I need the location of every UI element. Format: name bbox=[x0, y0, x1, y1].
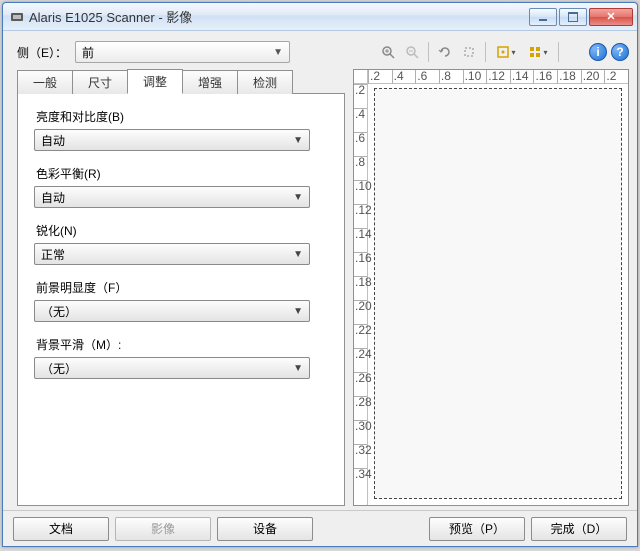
background-select[interactable]: （无）▼ bbox=[34, 357, 310, 379]
minimize-button[interactable] bbox=[529, 8, 557, 26]
ruler-tick: .28 bbox=[354, 396, 367, 420]
ruler-tick: .14 bbox=[354, 228, 367, 252]
ruler-tick: .18 bbox=[557, 70, 581, 84]
ruler-tick: .4 bbox=[392, 70, 416, 84]
field-foreground: 前景明显度（F） （无）▼ bbox=[34, 279, 328, 322]
info-button[interactable]: i bbox=[589, 43, 607, 61]
chevron-down-icon: ▼ bbox=[293, 192, 303, 203]
chevron-down-icon: ▼ bbox=[273, 47, 283, 58]
foreground-select[interactable]: （无）▼ bbox=[34, 300, 310, 322]
ruler-tick: .2 bbox=[604, 70, 628, 84]
main-area: 一般 尺寸 调整 增强 检测 亮度和对比度(B) 自动▼ 色彩平衡(R) 自动▼… bbox=[3, 69, 637, 510]
field-sharpen: 锐化(N) 正常▼ bbox=[34, 222, 328, 265]
ruler-tick: .20 bbox=[354, 300, 367, 324]
page-outline[interactable] bbox=[374, 88, 622, 499]
ruler-tick: .6 bbox=[354, 132, 367, 156]
device-button[interactable]: 设备 bbox=[217, 517, 313, 541]
chevron-down-icon: ▼ bbox=[293, 363, 303, 374]
tab-enhance[interactable]: 增强 bbox=[182, 70, 238, 94]
tab-strip: 一般 尺寸 调整 增强 检测 bbox=[17, 69, 345, 93]
ruler-tick: .14 bbox=[510, 70, 534, 84]
zoom-in-icon[interactable] bbox=[378, 42, 398, 62]
chevron-down-icon: ▼ bbox=[293, 306, 303, 317]
chevron-down-icon: ▼ bbox=[293, 135, 303, 146]
side-label: 侧（E）： bbox=[17, 44, 67, 61]
separator bbox=[558, 42, 559, 62]
preview-toolbar: ▾ ▾ i ? bbox=[378, 42, 629, 62]
tab-adjust[interactable]: 调整 bbox=[127, 69, 183, 94]
brightness-select[interactable]: 自动▼ bbox=[34, 129, 310, 151]
chevron-down-icon: ▼ bbox=[293, 249, 303, 260]
ruler-tick: .8 bbox=[439, 70, 463, 84]
maximize-button[interactable] bbox=[559, 8, 587, 26]
ruler-tick: .34 bbox=[354, 468, 367, 492]
ruler-tick: .30 bbox=[354, 420, 367, 444]
ruler-tick: .24 bbox=[354, 348, 367, 372]
colorbalance-label: 色彩平衡(R) bbox=[36, 165, 328, 182]
background-label: 背景平滑（M）: bbox=[36, 336, 328, 353]
ruler-tick: .8 bbox=[354, 156, 367, 180]
ruler-vertical: .2.4.6.8.10.12.14.16.18.20.22.24.26.28.3… bbox=[354, 84, 368, 505]
tab-content-adjust: 亮度和对比度(B) 自动▼ 色彩平衡(R) 自动▼ 锐化(N) 正常▼ 前景明显… bbox=[17, 93, 345, 506]
foreground-label: 前景明显度（F） bbox=[36, 279, 328, 296]
document-button[interactable]: 文档 bbox=[13, 517, 109, 541]
separator bbox=[428, 42, 429, 62]
crop-icon[interactable] bbox=[459, 42, 479, 62]
tab-size[interactable]: 尺寸 bbox=[72, 70, 128, 94]
ruler-tick: .2 bbox=[354, 84, 367, 108]
ruler-tick: .18 bbox=[354, 276, 367, 300]
ruler-tick: .26 bbox=[354, 372, 367, 396]
app-icon bbox=[9, 9, 25, 25]
settings-panel: 一般 尺寸 调整 增强 检测 亮度和对比度(B) 自动▼ 色彩平衡(R) 自动▼… bbox=[17, 69, 345, 506]
image-button[interactable]: 影像 bbox=[115, 517, 211, 541]
grid-tool-icon[interactable]: ▾ bbox=[524, 42, 552, 62]
side-select[interactable]: 前 ▼ bbox=[75, 41, 290, 63]
tab-detect[interactable]: 检测 bbox=[237, 70, 293, 94]
field-brightness: 亮度和对比度(B) 自动▼ bbox=[34, 108, 328, 151]
app-window: Alaris E1025 Scanner - 影像 侧（E）： 前 ▼ ▾ ▾ … bbox=[2, 2, 638, 547]
ruler-tick: .12 bbox=[486, 70, 510, 84]
preview-button[interactable]: 预览（P） bbox=[429, 517, 525, 541]
ruler-tick: .10 bbox=[354, 180, 367, 204]
field-background: 背景平滑（M）: （无）▼ bbox=[34, 336, 328, 379]
ruler-tick: .6 bbox=[415, 70, 439, 84]
zoom-out-icon[interactable] bbox=[402, 42, 422, 62]
ruler-tick: .10 bbox=[463, 70, 487, 84]
close-button[interactable] bbox=[589, 8, 633, 26]
outline-tool-icon[interactable]: ▾ bbox=[492, 42, 520, 62]
ruler-tick: .2 bbox=[368, 70, 392, 84]
ruler-tick: .4 bbox=[354, 108, 367, 132]
rotate-icon[interactable] bbox=[435, 42, 455, 62]
sharpen-select[interactable]: 正常▼ bbox=[34, 243, 310, 265]
field-colorbalance: 色彩平衡(R) 自动▼ bbox=[34, 165, 328, 208]
ruler-tick: .16 bbox=[533, 70, 557, 84]
window-buttons bbox=[529, 8, 633, 26]
ruler-tick: .16 bbox=[354, 252, 367, 276]
window-title: Alaris E1025 Scanner - 影像 bbox=[29, 7, 529, 26]
ruler-tick: .20 bbox=[581, 70, 605, 84]
help-button[interactable]: ? bbox=[611, 43, 629, 61]
ruler-tick: .12 bbox=[354, 204, 367, 228]
brightness-label: 亮度和对比度(B) bbox=[36, 108, 328, 125]
tab-general[interactable]: 一般 bbox=[17, 70, 73, 94]
sharpen-label: 锐化(N) bbox=[36, 222, 328, 239]
ruler-tick: .22 bbox=[354, 324, 367, 348]
preview-pane: .2.4.6.8.10.12.14.16.18.20.2 .2.4.6.8.10… bbox=[353, 69, 629, 506]
colorbalance-select[interactable]: 自动▼ bbox=[34, 186, 310, 208]
ruler-corner bbox=[354, 70, 368, 84]
title-bar: Alaris E1025 Scanner - 影像 bbox=[3, 3, 637, 31]
separator bbox=[485, 42, 486, 62]
bottom-bar: 文档 影像 设备 预览（P） 完成（D） bbox=[3, 510, 637, 546]
ruler-tick: .32 bbox=[354, 444, 367, 468]
top-strip: 侧（E）： 前 ▼ ▾ ▾ i ? bbox=[3, 31, 637, 69]
ruler-horizontal: .2.4.6.8.10.12.14.16.18.20.2 bbox=[368, 70, 628, 84]
done-button[interactable]: 完成（D） bbox=[531, 517, 627, 541]
side-select-value: 前 bbox=[82, 44, 94, 61]
